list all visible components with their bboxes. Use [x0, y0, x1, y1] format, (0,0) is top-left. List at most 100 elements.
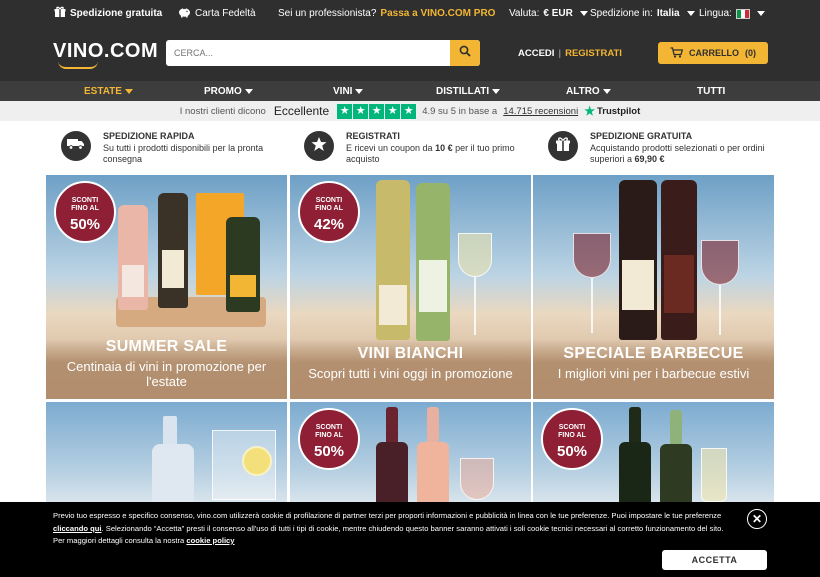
star-icon: [311, 136, 327, 157]
cart-label: CARRELLO: [689, 48, 739, 58]
nav-item-tutti[interactable]: TUTTI: [697, 81, 725, 101]
champagne-bottle: [226, 217, 260, 312]
trustpilot-bar: I nostri clienti dicono Eccellente ★ ★ ★…: [0, 101, 820, 121]
promo-tile-summer-sale[interactable]: SCONTI FINO AL 50% SUMMER SALE Centinaia …: [46, 175, 287, 399]
top-utility-bar: Spedizione gratuita Carta Fedeltà Sei un…: [0, 0, 820, 27]
benefit-fast-shipping: SPEDIZIONE RAPIDA Su tutti i prodotti di…: [61, 129, 281, 165]
loyalty-label: Carta Fedeltà: [195, 8, 256, 19]
chevron-down-icon: [492, 88, 501, 94]
benefit-title: SPEDIZIONE GRATUITA: [590, 131, 693, 141]
nav-item-distillati[interactable]: DISTILLATI: [436, 81, 501, 101]
badge-text: FINO AL: [315, 432, 343, 439]
badge-text: SCONTI: [71, 197, 99, 204]
search-button[interactable]: [450, 40, 480, 66]
bottle-neck: [386, 407, 398, 447]
nav-label: DISTILLATI: [436, 85, 490, 97]
gift-icon: [555, 136, 571, 157]
trust-reviews-link[interactable]: 14.715 recensioni: [503, 106, 578, 117]
language-selector[interactable]: Lingua:: [699, 0, 765, 27]
cart-count: (0): [745, 48, 756, 58]
benefit-desc-prefix: Acquistando prodotti selezionati o per o…: [590, 143, 765, 164]
close-icon: ✕: [751, 512, 763, 526]
nav-item-altro[interactable]: ALTRO: [566, 81, 611, 101]
benefit-desc-amount: 10 €: [435, 143, 453, 153]
tile-subtitle: I migliori vini per i barbecue estivi: [557, 366, 750, 381]
free-shipping-link[interactable]: Spedizione gratuita: [54, 0, 162, 27]
benefit-icon-circle: [304, 131, 334, 161]
login-link[interactable]: ACCEDI: [518, 48, 554, 59]
cookie-preferences-link[interactable]: cliccando qui: [53, 524, 102, 533]
star-icon: ★: [337, 103, 353, 119]
promo-tile-speciale-barbecue[interactable]: SPECIALE BARBECUE I migliori vini per i …: [533, 175, 774, 399]
shipping-value: Italia: [656, 8, 680, 19]
promo-tile-sparkling[interactable]: SCONTI FINO AL 50%: [290, 402, 531, 502]
cookie-text: Previo tuo espresso e specifico consenso…: [53, 510, 733, 548]
site-header: VINO.COM ACCEDI |REGISTRATI CARRELLO (0): [0, 27, 820, 81]
bottle-neck: [427, 407, 439, 447]
piggy-bank-icon: [178, 6, 191, 21]
pro-promo: Sei un professionista? Passa a VINO.COM …: [278, 0, 495, 27]
benefit-desc-amount: 69,90 €: [634, 154, 665, 164]
trustpilot-star-icon: ★: [584, 104, 595, 118]
badge-text: SCONTI: [315, 424, 343, 431]
currency-value: € EUR: [543, 8, 573, 19]
nav-item-vini[interactable]: VINI: [333, 81, 364, 101]
chevron-down-icon: [355, 88, 364, 94]
trustpilot-logo[interactable]: ★ Trustpilot: [584, 104, 640, 118]
benefit-icon-circle: [61, 131, 91, 161]
sparkling-bottle: [660, 444, 692, 502]
benefit-desc-prefix: E ricevi un coupon da: [346, 143, 436, 153]
badge-percent: 50%: [556, 443, 588, 460]
benefit-register[interactable]: REGISTRATI E ricevi un coupon da 10 € pe…: [304, 129, 524, 165]
pro-link[interactable]: Passa a VINO.COM PRO: [380, 8, 495, 19]
star-icon: ★: [385, 103, 401, 119]
rose-bottle: [417, 442, 449, 502]
lemon-slice: [242, 446, 272, 476]
currency-selector[interactable]: Valuta: € EUR: [509, 0, 588, 27]
search-input[interactable]: [166, 40, 450, 66]
promo-tile-gin[interactable]: [46, 402, 287, 502]
language-label: Lingua:: [699, 8, 732, 19]
benefit-desc: Su tutti i prodotti disponibili per la p…: [103, 143, 264, 164]
nav-label: VINI: [333, 85, 353, 97]
cart-icon: [670, 46, 684, 60]
shipping-country-selector[interactable]: Spedizione in: Italia: [590, 0, 695, 27]
wine-glass: [460, 458, 494, 500]
nav-label: ESTATE: [84, 85, 122, 97]
cookie-accept-button[interactable]: ACCETTA: [662, 550, 767, 570]
glass-stem: [591, 278, 593, 333]
cookie-close-button[interactable]: ✕: [747, 509, 767, 529]
auth-separator: |: [558, 48, 562, 59]
wine-glass: [458, 233, 492, 277]
badge-text: FINO AL: [558, 432, 586, 439]
badge-text: FINO AL: [315, 205, 343, 212]
trust-score: 4.9 su 5 in base a: [422, 105, 498, 117]
bottle-neck: [670, 410, 682, 448]
benefit-desc: E ricevi un coupon da 10 € per il tuo pr…: [346, 143, 516, 165]
loyalty-card-link[interactable]: Carta Fedeltà: [178, 0, 256, 27]
search-bar: [166, 40, 480, 66]
badge-percent: 50%: [313, 443, 345, 460]
benefit-icon-circle: [548, 131, 578, 161]
cart-button[interactable]: CARRELLO (0): [658, 42, 768, 64]
discount-badge: SCONTI FINO AL 50%: [298, 408, 360, 470]
gin-bottle: [152, 444, 194, 502]
nav-item-estate[interactable]: ESTATE: [84, 81, 133, 101]
badge-line1: SCONTI FINO AL: [300, 197, 358, 213]
cookie-policy-link[interactable]: cookie policy: [186, 536, 234, 545]
nav-item-promo[interactable]: PROMO: [204, 81, 253, 101]
tile-title: VINI BIANCHI: [357, 345, 464, 362]
badge-text: SCONTI: [315, 197, 343, 204]
flute-glass: [701, 448, 727, 502]
chevron-down-icon: [756, 11, 765, 16]
trust-intro: I nostri clienti dicono: [179, 105, 266, 117]
promo-tile-vini-bianchi[interactable]: SCONTI FINO AL 42% VINI BIANCHI Scopri tu…: [290, 175, 531, 399]
nav-label: PROMO: [204, 85, 242, 97]
site-logo[interactable]: VINO.COM: [53, 40, 158, 63]
promo-tile-bollicine[interactable]: SCONTI FINO AL 50%: [533, 402, 774, 502]
tile-title: SPECIALE BARBECUE: [563, 345, 744, 362]
italy-flag-icon: [735, 8, 750, 19]
wine-glass: [573, 233, 611, 278]
shipping-label: Spedizione in:: [590, 8, 653, 19]
register-link[interactable]: REGISTRATI: [565, 48, 622, 59]
